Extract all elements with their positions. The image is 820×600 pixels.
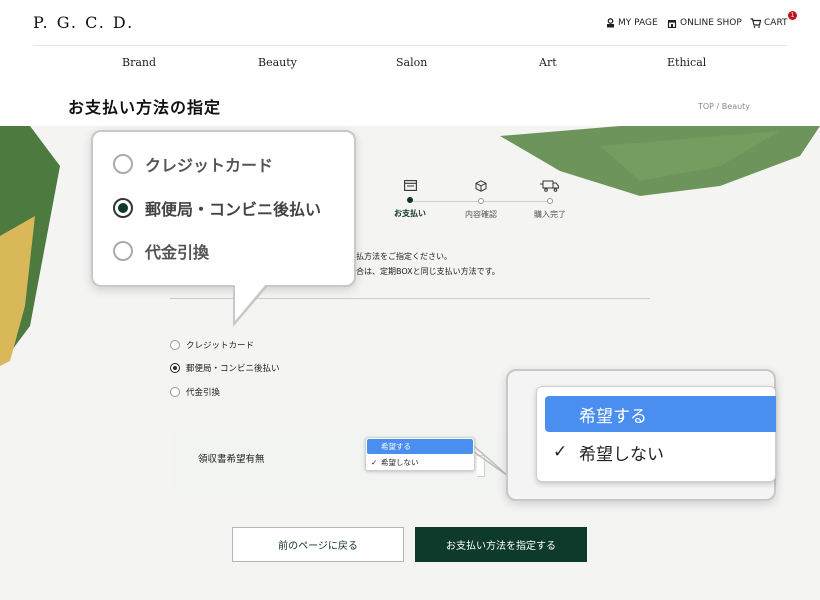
step-label: 内容確認	[465, 210, 497, 219]
submit-payment-button[interactable]: お支払い方法を指定する	[415, 527, 587, 562]
zoom-option-yes: 希望する	[545, 396, 776, 432]
page-title: お支払い方法の指定	[68, 98, 222, 117]
cart-label: CART	[764, 18, 788, 28]
step-label: お支払い	[394, 209, 426, 218]
back-button[interactable]: 前のページに戻る	[232, 527, 404, 562]
payment-option-label: 郵便局・コンビニ後払い	[186, 364, 280, 374]
payment-option-postpay[interactable]: 郵便局・コンビニ後払い	[170, 362, 280, 374]
checkmark-icon: ✓	[371, 458, 378, 467]
online-shop-link[interactable]: ONLINE SHOP	[667, 18, 742, 28]
step-dot	[407, 197, 413, 203]
box-icon	[475, 180, 487, 192]
nav-salon[interactable]: Salon	[396, 56, 427, 69]
cart-link[interactable]: 1 CART	[750, 11, 797, 28]
radio-button	[113, 241, 133, 261]
checkmark-icon: ✓	[553, 442, 568, 462]
cart-count-badge: 1	[788, 11, 797, 20]
step-dot	[547, 198, 553, 204]
payment-icon	[403, 180, 417, 191]
radio-button[interactable]	[170, 387, 180, 397]
radio-button-selected	[113, 198, 133, 218]
option-label: 希望しない	[381, 458, 419, 467]
nav-art[interactable]: Art	[539, 56, 557, 69]
receipt-dropdown[interactable]: 希望する ✓ 希望しない	[365, 437, 475, 471]
nav-beauty[interactable]: Beauty	[258, 56, 297, 69]
shop-icon	[667, 19, 677, 28]
radio-button[interactable]	[170, 340, 180, 350]
zoom-option-label: 郵便局・コンビニ後払い	[145, 200, 322, 219]
zoom-option-credit: クレジットカード	[113, 152, 273, 176]
step-complete: 購入完了	[530, 180, 570, 220]
delivery-truck-icon	[540, 180, 559, 192]
zoom-option-label: 希望する	[579, 406, 647, 427]
receipt-option-no[interactable]: ✓ 希望しない	[367, 455, 473, 470]
zoom-option-label: クレジットカード	[145, 156, 274, 175]
callout-tail-fill	[235, 284, 266, 321]
payment-option-label: クレジットカード	[186, 341, 255, 351]
nav-ethical[interactable]: Ethical	[667, 56, 706, 69]
step-label: 購入完了	[534, 210, 566, 219]
step-payment: お支払い	[392, 180, 428, 219]
receipt-label: 領収書希望有無	[198, 454, 265, 465]
nav-brand[interactable]: Brand	[122, 56, 156, 69]
zoom-option-label: 希望しない	[579, 444, 664, 465]
online-shop-label: ONLINE SHOP	[680, 18, 742, 28]
option-label: 希望する	[381, 442, 411, 451]
my-page-link[interactable]: MY PAGE	[606, 18, 658, 28]
instruction-line-2: の場合は、定期BOXと同じ支払い方法です。	[340, 267, 500, 276]
receipt-option-yes[interactable]: 希望する	[367, 439, 473, 454]
zoom-option-label: 代金引換	[145, 243, 210, 262]
zoom-option-postpay: 郵便局・コンビニ後払い	[113, 196, 321, 220]
step-dot	[478, 198, 484, 204]
user-icon	[607, 18, 614, 28]
instruction-line-1: お支払方法をご指定ください。	[340, 252, 452, 261]
cart-icon	[750, 18, 761, 28]
payment-option-label: 代金引換	[186, 388, 221, 398]
breadcrumb[interactable]: TOP / Beauty	[698, 102, 750, 111]
radio-button-selected[interactable]	[170, 363, 180, 373]
zoom-option-no: 希望しない	[545, 434, 776, 470]
zoom-option-cod: 代金引換	[113, 239, 209, 263]
step-confirm: 内容確認	[462, 180, 500, 220]
payment-option-cod[interactable]: 代金引換	[170, 386, 220, 398]
brand-logo[interactable]: P. G. C. D.	[33, 13, 134, 32]
radio-button	[113, 154, 133, 174]
header-divider	[33, 45, 787, 46]
my-page-label: MY PAGE	[618, 18, 658, 28]
payment-option-credit[interactable]: クレジットカード	[170, 339, 254, 351]
